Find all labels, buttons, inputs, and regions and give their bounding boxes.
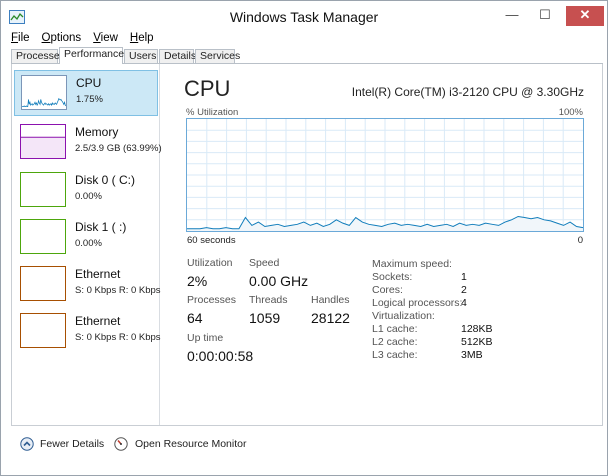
disk-1-thumbnail-graph [20,219,66,254]
spec-virtualization-label: Virtualization: [372,310,435,322]
spec-l1-cache-value: 128KB [461,323,493,335]
spec-l2-cache-label: L2 cache: [372,336,418,348]
sidebar-item-disk-0[interactable]: Disk 0 ( C:) 0.00% [14,168,158,214]
uptime-label: Up time [187,332,224,344]
graph-x-left-label: 60 seconds [187,235,236,246]
spec-cores-label: Cores: [372,284,403,296]
cpu-thumbnail-line [22,97,66,108]
graph-x-right-label: 0 [577,235,583,246]
sidebar-item-value: 2.5/3.9 GB (63.99%) [75,143,162,154]
disk-0-thumbnail-graph [20,172,66,207]
spec-l3-cache-value: 3MB [461,349,483,361]
menu-help[interactable]: Help [130,32,154,48]
title-bar[interactable]: Windows Task Manager — ☐ ✕ [1,1,607,33]
utilization-value: 2% [187,273,208,289]
sidebar-item-title: Disk 0 ( C:) [75,173,135,187]
spec-l3-cache-label: L3 cache: [372,349,418,361]
memory-thumbnail-graph [20,124,66,159]
handles-value: 28122 [311,310,350,326]
threads-value: 1059 [249,310,281,326]
sidebar-item-memory[interactable]: Memory 2.5/3.9 GB (63.99%) [14,120,162,166]
resource-sidebar: CPU 1.75% Memory 2.5/3.9 GB (63.99%) Dis… [12,64,162,425]
menu-view[interactable]: View [93,32,118,48]
cpu-model-name: Intel(R) Core(TM) i3-2120 CPU @ 3.30GHz [351,85,584,99]
cpu-thumbnail-graph [21,75,67,110]
tab-services[interactable]: Services [195,49,240,64]
speed-label: Speed [249,257,280,269]
close-button[interactable]: ✕ [566,6,604,26]
resource-monitor-icon[interactable] [114,437,128,451]
handles-label: Handles [311,294,350,306]
spec-l1-cache-label: L1 cache: [372,323,418,335]
sidebar-item-value: 0.00% [75,238,102,249]
sidebar-item-cpu[interactable]: CPU 1.75% [14,70,158,116]
spec-logical-processors-label: Logical processors: [372,297,463,309]
tab-processes[interactable]: Processes [11,49,65,64]
ethernet-2-thumbnail-graph [20,313,66,348]
task-manager-window: Windows Task Manager — ☐ ✕ File Options … [0,0,608,476]
menu-bar: File Options View Help [11,32,154,48]
speed-value: 0.00 GHz [249,273,309,289]
open-resource-monitor-link[interactable]: Open Resource Monitor [135,438,246,450]
sidebar-item-value: 0.00% [75,191,102,202]
maximize-button[interactable]: ☐ [531,6,559,26]
spec-l2-cache-value: 512KB [461,336,493,348]
processes-value: 64 [187,310,203,326]
uptime-value: 0:00:00:58 [187,348,254,364]
spec-cores-value: 2 [461,284,467,296]
resource-title: CPU [184,76,231,101]
chevron-up-circle-icon[interactable] [20,437,34,451]
tab-strip: Processes Performance Users Details Serv… [11,47,601,64]
minimize-button[interactable]: — [498,6,526,26]
sidebar-item-value: S: 0 Kbps R: 0 Kbps [75,332,161,343]
spec-logical-processors-value: 4 [461,297,467,309]
sidebar-item-title: Ethernet [75,267,121,281]
sidebar-item-title: Memory [75,125,119,139]
threads-label: Threads [249,294,288,306]
sidebar-item-value: 1.75% [76,94,103,105]
tab-performance[interactable]: Performance [59,47,124,64]
spec-sockets-label: Sockets: [372,271,413,283]
utilization-label: Utilization [187,257,233,269]
spec-max-speed-label: Maximum speed: [372,258,452,270]
fewer-details-link[interactable]: Fewer Details [40,438,104,450]
menu-options[interactable]: Options [42,32,82,48]
sidebar-item-ethernet-1[interactable]: Ethernet S: 0 Kbps R: 0 Kbps [14,262,161,308]
sidebar-item-title: Ethernet [75,314,121,328]
sidebar-item-value: S: 0 Kbps R: 0 Kbps [75,285,161,296]
graph-y-label: % Utilization [186,107,239,118]
cpu-utilization-graph [186,118,584,232]
footer-bar: Fewer Details Open Resource Monitor [1,427,607,475]
tab-details[interactable]: Details [159,49,196,64]
ethernet-1-thumbnail-graph [20,266,66,301]
tab-users[interactable]: Users [124,49,158,64]
processes-label: Processes [187,294,237,306]
menu-file[interactable]: File [11,32,30,48]
sidebar-item-ethernet-2[interactable]: Ethernet S: 0 Kbps R: 0 Kbps [14,309,161,355]
sidebar-item-title: Disk 1 ( :) [75,220,127,234]
spec-sockets-value: 1 [461,271,467,283]
sidebar-item-disk-1[interactable]: Disk 1 ( :) 0.00% [14,215,158,261]
performance-panel: CPU 1.75% Memory 2.5/3.9 GB (63.99%) Dis… [11,64,603,426]
graph-y-max-label: 100% [558,107,583,118]
sidebar-item-title: CPU [76,76,102,90]
